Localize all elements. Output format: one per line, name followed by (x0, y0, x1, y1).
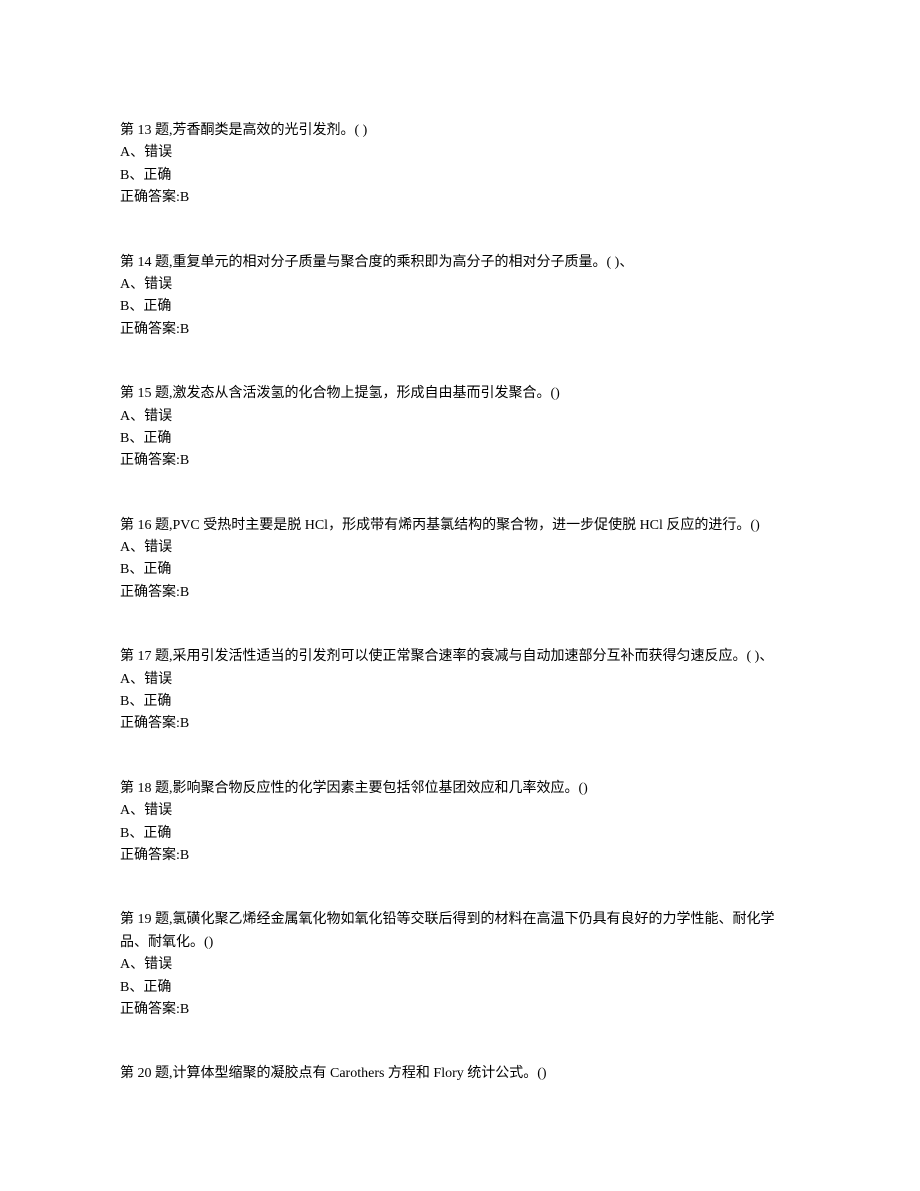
answer-text: 正确答案:B (120, 582, 800, 604)
option-b: B、正确 (120, 428, 800, 450)
question-text: 第 14 题,重复单元的相对分子质量与聚合度的乘积即为高分子的相对分子质量。( … (120, 252, 800, 274)
document-page: 第 13 题,芳香酮类是高效的光引发剂。( ) A、错误 B、正确 正确答案:B… (0, 0, 920, 1191)
answer-text: 正确答案:B (120, 187, 800, 209)
option-a: A、错误 (120, 274, 800, 296)
question-text: 第 18 题,影响聚合物反应性的化学因素主要包括邻位基团效应和几率效应。() (120, 778, 800, 800)
option-b: B、正确 (120, 559, 800, 581)
option-b: B、正确 (120, 823, 800, 845)
question-text: 第 17 题,采用引发活性适当的引发剂可以使正常聚合速率的衰减与自动加速部分互补… (120, 646, 800, 668)
answer-text: 正确答案:B (120, 713, 800, 735)
answer-text: 正确答案:B (120, 999, 800, 1021)
answer-text: 正确答案:B (120, 845, 800, 867)
option-a: A、错误 (120, 537, 800, 559)
question-text: 第 16 题,PVC 受热时主要是脱 HCl，形成带有烯丙基氯结构的聚合物，进一… (120, 515, 800, 537)
question-block: 第 20 题,计算体型缩聚的凝胶点有 Carothers 方程和 Flory 统… (120, 1063, 800, 1085)
option-a: A、错误 (120, 954, 800, 976)
question-block: 第 13 题,芳香酮类是高效的光引发剂。( ) A、错误 B、正确 正确答案:B (120, 120, 800, 210)
option-b: B、正确 (120, 691, 800, 713)
question-block: 第 17 题,采用引发活性适当的引发剂可以使正常聚合速率的衰减与自动加速部分互补… (120, 646, 800, 736)
answer-text: 正确答案:B (120, 319, 800, 341)
question-block: 第 16 题,PVC 受热时主要是脱 HCl，形成带有烯丙基氯结构的聚合物，进一… (120, 515, 800, 605)
option-a: A、错误 (120, 406, 800, 428)
question-block: 第 18 题,影响聚合物反应性的化学因素主要包括邻位基团效应和几率效应。() A… (120, 778, 800, 868)
question-text: 第 13 题,芳香酮类是高效的光引发剂。( ) (120, 120, 800, 142)
answer-text: 正确答案:B (120, 450, 800, 472)
question-text: 第 15 题,激发态从含活泼氢的化合物上提氢，形成自由基而引发聚合。() (120, 383, 800, 405)
question-text: 第 19 题,氯磺化聚乙烯经金属氧化物如氧化铅等交联后得到的材料在高温下仍具有良… (120, 909, 800, 954)
question-block: 第 19 题,氯磺化聚乙烯经金属氧化物如氧化铅等交联后得到的材料在高温下仍具有良… (120, 909, 800, 1021)
option-a: A、错误 (120, 800, 800, 822)
option-a: A、错误 (120, 142, 800, 164)
option-b: B、正确 (120, 165, 800, 187)
question-block: 第 14 题,重复单元的相对分子质量与聚合度的乘积即为高分子的相对分子质量。( … (120, 252, 800, 342)
question-block: 第 15 题,激发态从含活泼氢的化合物上提氢，形成自由基而引发聚合。() A、错… (120, 383, 800, 473)
option-b: B、正确 (120, 977, 800, 999)
option-a: A、错误 (120, 669, 800, 691)
question-text: 第 20 题,计算体型缩聚的凝胶点有 Carothers 方程和 Flory 统… (120, 1063, 800, 1085)
option-b: B、正确 (120, 296, 800, 318)
